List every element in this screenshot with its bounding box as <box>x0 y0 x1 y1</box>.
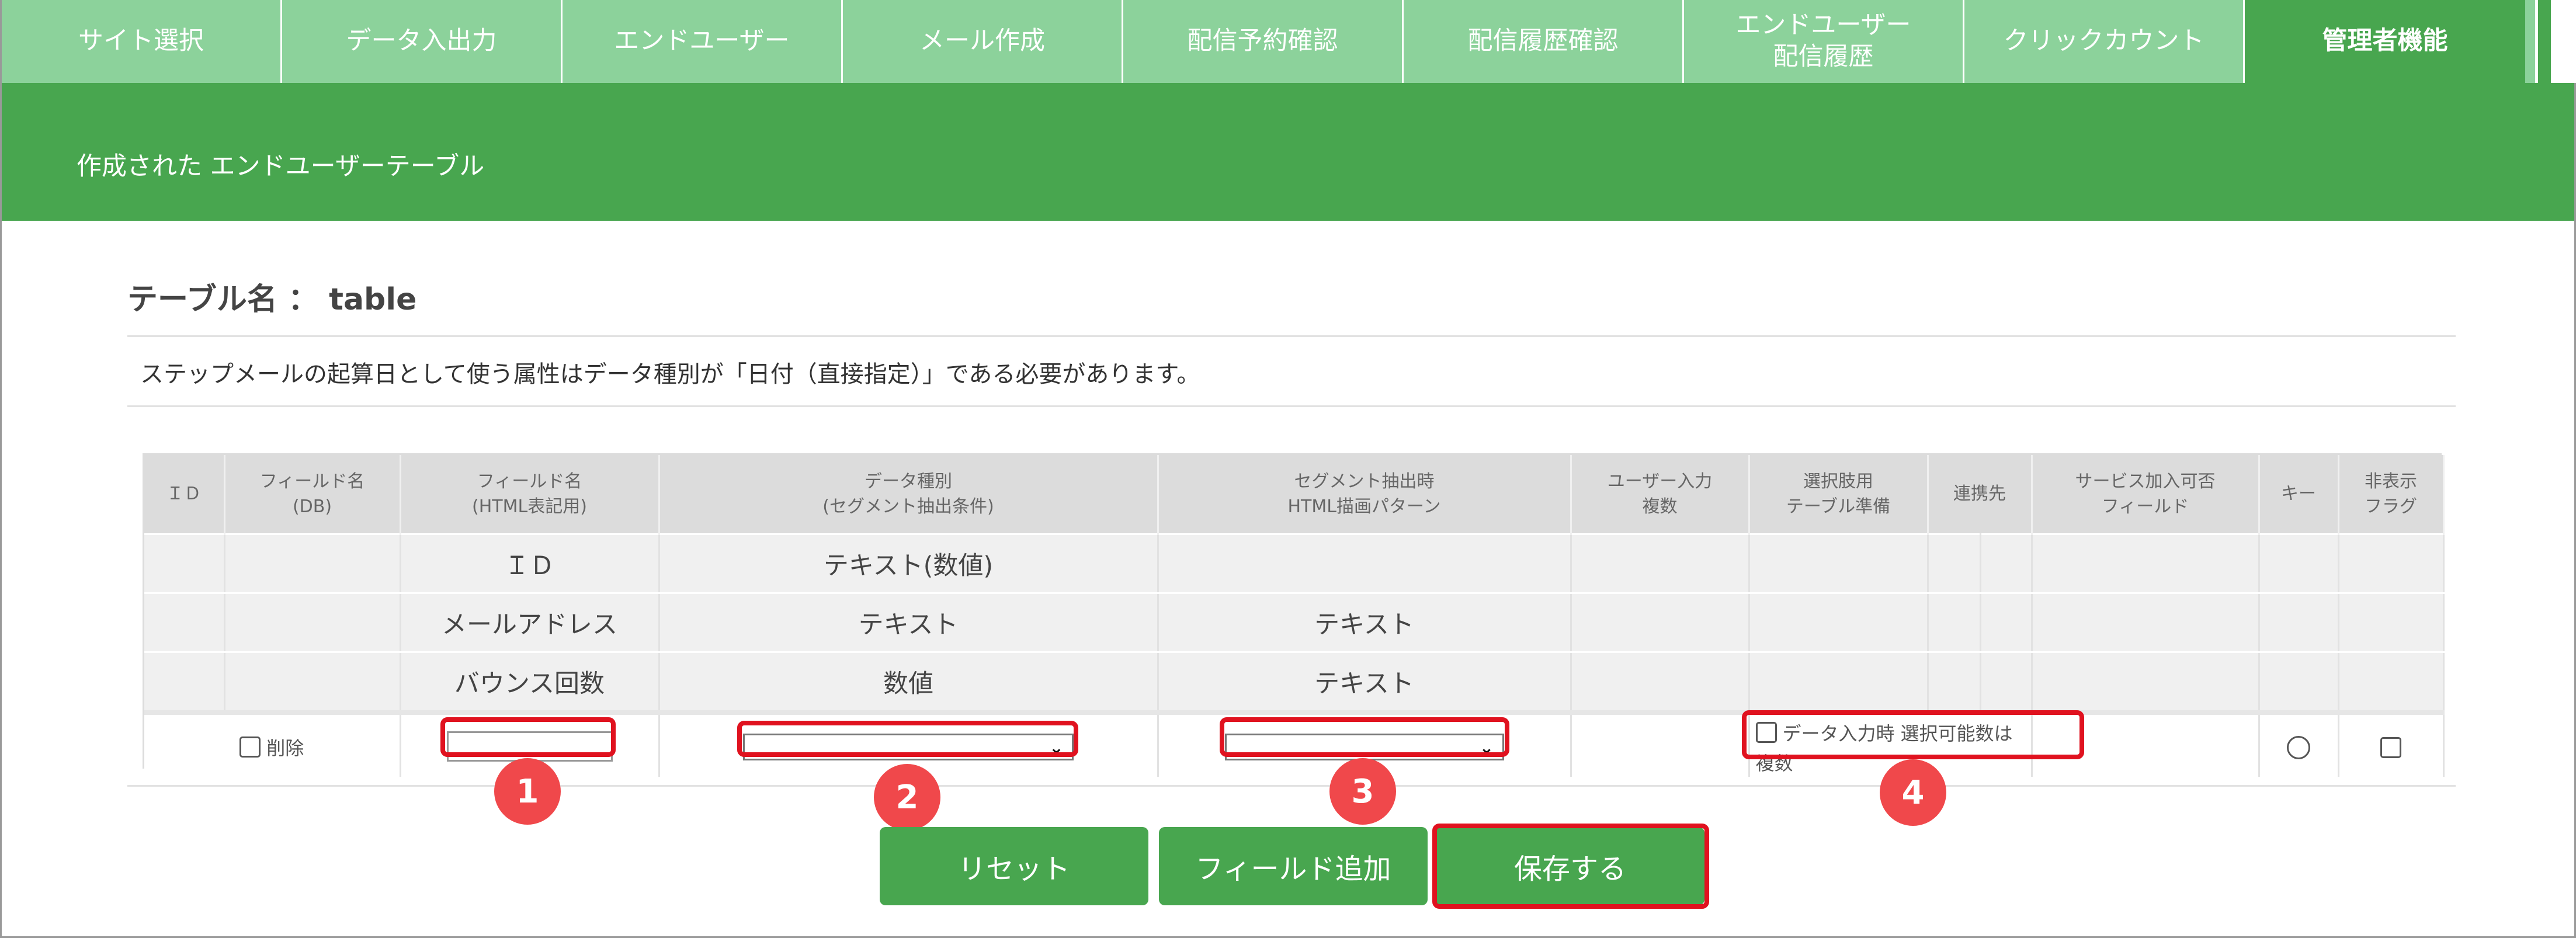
tab-delivery-reservation[interactable]: 配信予約確認 <box>1123 0 1404 83</box>
tab-click-count[interactable]: クリックカウント <box>1964 0 2245 83</box>
table-row: ＩＤ テキスト(数値) <box>144 533 2445 594</box>
field-table: ＩＤ フィールド名 (DB) フィールド名 (HTML表記用) データ種別 (セ… <box>143 453 2445 777</box>
pattern-cell: テキスト <box>1158 592 1572 653</box>
divider <box>127 405 2456 407</box>
header-hidden-flag: 非表示 フラグ <box>2338 455 2445 534</box>
key-radio[interactable] <box>2287 735 2310 759</box>
tab-admin[interactable]: 管理者機能 <box>2245 0 2525 83</box>
notice-text: ステップメールの起算日として使う属性はデータ種別が「日付（直接指定）」である必要… <box>140 361 1200 388</box>
chevron-down-icon: ⌄ <box>1049 738 1064 759</box>
data-type-select[interactable]: ⌄ <box>743 734 1074 761</box>
add-field-button[interactable]: フィールド追加 <box>1159 827 1428 905</box>
header-service-field: サービス加入可否 フィールド <box>2032 455 2260 534</box>
header-field-name-db: フィールド名 (DB) <box>224 455 401 534</box>
table-row: メールアドレス テキスト テキスト <box>144 592 2445 653</box>
header-data-type: データ種別 (セグメント抽出条件) <box>659 455 1159 534</box>
chevron-down-icon: ⌄ <box>1479 738 1494 759</box>
data-type-cell: テキスト(数値) <box>659 533 1159 594</box>
header-linked-to: 連携先 <box>1928 455 2033 534</box>
data-input-checkbox[interactable] <box>1755 722 1777 743</box>
divider <box>127 785 2456 787</box>
tab-mail-create[interactable]: メール作成 <box>843 0 1123 83</box>
divider <box>127 335 2456 337</box>
nav-scroll-stub <box>2538 0 2551 83</box>
header-multi-input: ユーザー入力 複数 <box>1571 455 1750 534</box>
header-key: キー <box>2259 455 2339 534</box>
header-choice-table: 選択肢用 テーブル準備 <box>1749 455 1929 534</box>
hidden-flag-checkbox[interactable] <box>2380 736 2401 758</box>
top-nav: サイト選択 データ入出力 エンドユーザー メール作成 配信予約確認 配信履歴確認… <box>2 0 2537 83</box>
field-name-input[interactable] <box>446 731 613 762</box>
badge-2: 2 <box>874 764 940 831</box>
page-banner: 作成された エンドユーザーテーブル <box>2 83 2574 221</box>
tab-end-user-delivery-history[interactable]: エンドユーザー 配信履歴 <box>1684 0 1964 83</box>
header-id: ＩＤ <box>144 455 225 534</box>
badge-4: 4 <box>1880 759 1946 826</box>
nav-gap <box>2535 0 2576 83</box>
header-render-pattern: セグメント抽出時 HTML描画パターン <box>1158 455 1572 534</box>
badge-3: 3 <box>1329 758 1396 825</box>
render-pattern-select[interactable]: ⌄ <box>1224 734 1504 761</box>
delete-label: 削除 <box>266 737 304 760</box>
reset-button[interactable]: リセット <box>880 827 1148 905</box>
save-button[interactable]: 保存する <box>1436 827 1704 905</box>
pattern-cell <box>1158 533 1572 594</box>
badge-1: 1 <box>494 758 561 825</box>
tab-delivery-history[interactable]: 配信履歴確認 <box>1404 0 1684 83</box>
header-field-name-html: フィールド名 (HTML表記用) <box>400 455 660 534</box>
delete-checkbox[interactable] <box>239 736 261 758</box>
page-title: 作成された エンドユーザーテーブル <box>77 152 485 181</box>
tab-end-user[interactable]: エンドユーザー <box>563 0 843 83</box>
pattern-cell: テキスト <box>1158 651 1572 714</box>
field-name-cell: メールアドレス <box>400 592 660 653</box>
field-name-cell: ＩＤ <box>400 533 660 594</box>
tab-data-io[interactable]: データ入出力 <box>282 0 563 83</box>
field-name-cell: バウンス回数 <box>400 651 660 714</box>
table-name-label: テーブル名 ： table <box>127 282 417 317</box>
tab-site-select[interactable]: サイト選択 <box>2 0 282 83</box>
data-input-label: データ入力時 <box>1782 722 1895 745</box>
data-type-cell: 数値 <box>659 651 1159 714</box>
data-type-cell: テキスト <box>659 592 1159 653</box>
new-field-row: 削除 ⌄ ⌄ データ入力時 選択可能数は複数 <box>144 710 2445 777</box>
table-row: バウンス回数 数値 テキスト <box>144 651 2445 714</box>
